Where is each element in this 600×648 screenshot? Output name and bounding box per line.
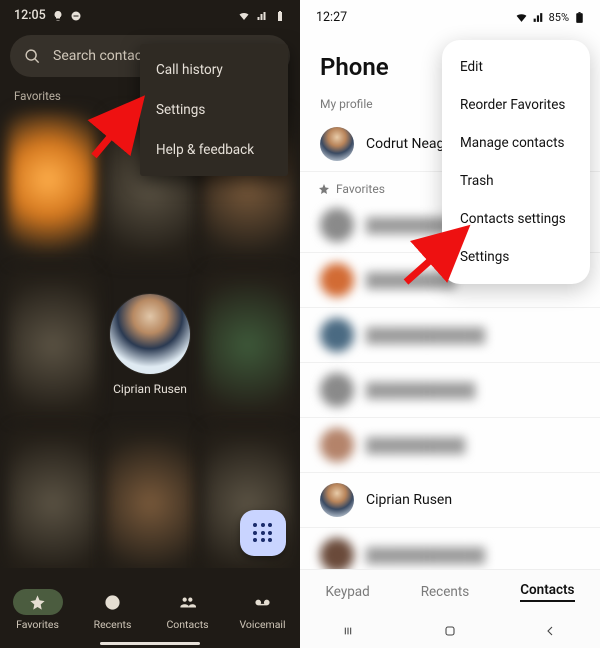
contact-tile[interactable]	[105, 428, 194, 578]
bottom-tabs: Keypad Recents Contacts	[300, 569, 600, 614]
avatar	[320, 483, 354, 517]
favorites-label-text: Favorites	[336, 182, 385, 196]
nav-label: Voicemail	[239, 618, 285, 631]
back-icon[interactable]	[542, 623, 558, 639]
contact-tile[interactable]	[8, 428, 97, 578]
bottom-nav: Favorites Recents Contacts Voicemail	[0, 568, 300, 648]
battery-pct: 85%	[549, 11, 569, 24]
favorites-grid: Ciprian Rusen	[0, 112, 300, 572]
contact-tile[interactable]	[8, 112, 97, 262]
contact-tile[interactable]	[203, 270, 292, 420]
wifi-icon	[238, 10, 250, 22]
nav-voicemail[interactable]: Voicemail	[238, 589, 288, 631]
contact-row[interactable]: ████████████	[300, 308, 600, 363]
menu-item-settings[interactable]: Settings	[140, 90, 288, 130]
voicemail-icon	[254, 594, 271, 611]
left-phone-screenshot: 12:05 Search contacts Favorites Ciprian …	[0, 0, 300, 648]
overflow-menu: Edit Reorder Favorites Manage contacts T…	[442, 40, 590, 284]
wifi-icon	[515, 11, 528, 24]
dnd-icon	[70, 10, 82, 22]
star-icon	[318, 183, 330, 195]
people-icon	[179, 594, 196, 611]
star-icon	[29, 594, 46, 611]
contact-row[interactable]: ███████████	[300, 363, 600, 418]
menu-item-reorder[interactable]: Reorder Favorites	[442, 86, 590, 124]
nav-label: Recents	[94, 618, 132, 631]
nav-recents[interactable]: Recents	[88, 589, 138, 631]
tab-contacts[interactable]: Contacts	[520, 582, 574, 602]
contact-row-ciprian[interactable]: Ciprian Rusen	[300, 473, 600, 528]
home-icon[interactable]	[442, 623, 458, 639]
lightbulb-icon	[52, 10, 64, 22]
avatar	[110, 294, 190, 374]
dialpad-icon	[253, 523, 273, 543]
contact-row[interactable]: ██████████	[300, 418, 600, 473]
status-bar: 12:27 85%	[300, 0, 600, 29]
right-phone-screenshot: 12:27 85% Phone My profile Codrut Neagu …	[300, 0, 600, 648]
nav-contacts[interactable]: Contacts	[163, 589, 213, 631]
contact-name: Ciprian Rusen	[366, 492, 452, 508]
signal-icon	[532, 11, 545, 24]
dialpad-fab[interactable]	[240, 510, 286, 556]
contact-name: Ciprian Rusen	[113, 382, 187, 396]
menu-item-settings[interactable]: Settings	[442, 238, 590, 276]
tab-keypad[interactable]: Keypad	[325, 584, 369, 600]
nav-label: Contacts	[166, 618, 208, 631]
profile-name: Codrut Neagu	[366, 136, 452, 152]
avatar	[320, 127, 354, 161]
contact-tile[interactable]	[8, 270, 97, 420]
nav-favorites[interactable]: Favorites	[13, 589, 63, 631]
search-placeholder: Search contacts	[53, 48, 154, 64]
menu-item-manage[interactable]: Manage contacts	[442, 124, 590, 162]
battery-icon	[274, 10, 286, 22]
clock-icon	[104, 594, 121, 611]
menu-item-edit[interactable]: Edit	[442, 48, 590, 86]
menu-item-help[interactable]: Help & feedback	[140, 130, 288, 170]
search-icon	[24, 48, 41, 65]
status-bar: 12:05	[0, 0, 300, 27]
status-time: 12:27	[316, 10, 347, 25]
status-time: 12:05	[14, 8, 46, 23]
contact-tile-ciprian[interactable]: Ciprian Rusen	[105, 270, 194, 420]
battery-icon	[573, 11, 586, 24]
signal-icon	[256, 10, 268, 22]
nav-label: Favorites	[16, 618, 59, 631]
menu-item-call-history[interactable]: Call history	[140, 50, 288, 90]
menu-item-contacts-settings[interactable]: Contacts settings	[442, 200, 590, 238]
overflow-menu: Call history Settings Help & feedback	[140, 44, 288, 176]
gesture-bar	[100, 642, 200, 645]
recents-icon[interactable]	[342, 623, 358, 639]
contact-tile[interactable]	[203, 428, 292, 578]
android-nav-bar	[300, 614, 600, 648]
tab-recents[interactable]: Recents	[421, 584, 470, 600]
menu-item-trash[interactable]: Trash	[442, 162, 590, 200]
